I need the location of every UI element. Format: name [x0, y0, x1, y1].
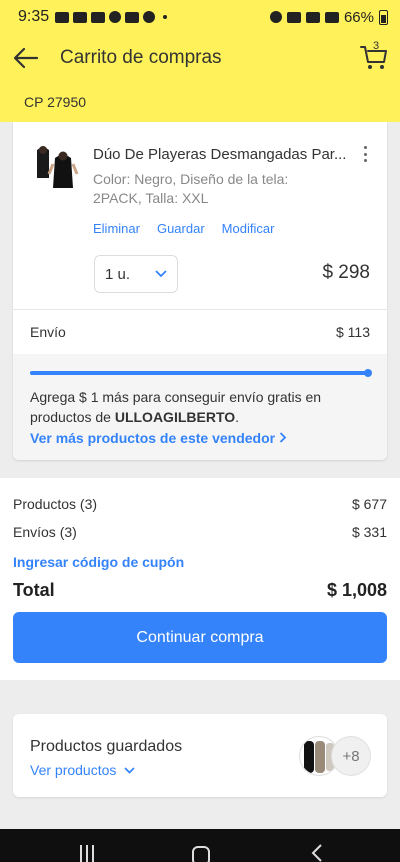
- whatsapp-icon: [109, 11, 122, 23]
- arrow-left-icon: [13, 47, 39, 69]
- summary-products-label: Productos (3): [13, 496, 98, 512]
- cart-count: 3: [373, 40, 380, 52]
- mercadolibre-icon: [125, 11, 140, 23]
- chat-icon: [143, 11, 156, 23]
- free-shipping-message: Agrega $ 1 más para conseguir envío grat…: [30, 387, 360, 427]
- progress-knob: [364, 369, 372, 377]
- variation-line: Color: Negro, Diseño de la tela:: [93, 171, 289, 187]
- product-title[interactable]: Dúo De Playeras Desmangadas Par...: [93, 146, 346, 163]
- item-actions: Eliminar Guardar Modificar: [93, 221, 274, 236]
- battery-percent: 66%: [343, 8, 374, 26]
- seller-name: ULLOAGILBERTO: [114, 409, 236, 425]
- free-shipping-box: Agrega $ 1 más para conseguir envío grat…: [13, 354, 387, 460]
- postal-code[interactable]: CP 27950: [24, 94, 86, 110]
- product-thumbnail[interactable]: [33, 144, 81, 196]
- status-time: 9:35: [18, 8, 50, 25]
- mercadolibre-icon: [73, 11, 88, 23]
- product-variations: Color: Negro, Diseño de la tela: 2PACK, …: [93, 170, 333, 208]
- quantity-value: 1 u.: [105, 265, 131, 283]
- notification-icons: [55, 11, 168, 23]
- more-saved-count: +8: [331, 736, 371, 776]
- app-header: Carrito de compras 3: [0, 34, 400, 82]
- shipping-value: $ 113: [336, 324, 370, 340]
- alarm-icon: [269, 11, 282, 23]
- saved-products-card[interactable]: Productos guardados Ver productos +8: [13, 714, 387, 797]
- continue-purchase-button[interactable]: Continuar compra: [13, 612, 387, 663]
- summary-shipping-value: $ 331: [351, 524, 387, 540]
- view-products-label: Ver productos: [30, 762, 117, 778]
- save-for-later-link[interactable]: Guardar: [157, 221, 205, 236]
- status-bar: 9:35 66%: [0, 0, 400, 34]
- variation-line: 2PACK, Talla: XXL: [93, 190, 209, 206]
- coupon-link[interactable]: Ingresar código de cupón: [13, 554, 184, 570]
- bluetooth-icon: [286, 11, 301, 23]
- wifi-icon: [305, 11, 320, 23]
- total-row: Total $ 1,008: [13, 580, 387, 601]
- seller-products-link[interactable]: Ver más productos de este vendedor: [30, 430, 287, 446]
- chevron-right-icon: [279, 432, 287, 443]
- nav-back-button[interactable]: [310, 844, 324, 862]
- progress-fill: [30, 371, 368, 375]
- total-value: $ 1,008: [326, 580, 387, 600]
- cart-button[interactable]: 3: [360, 40, 390, 72]
- saved-products-title: Productos guardados: [30, 738, 183, 755]
- summary-products-row: Productos (3) $ 677: [13, 496, 387, 512]
- chevron-down-icon: [155, 270, 167, 278]
- remove-link[interactable]: Eliminar: [93, 221, 140, 236]
- back-button[interactable]: [0, 34, 52, 82]
- cloud-icon: [91, 11, 106, 23]
- system-navigation-bar: [0, 829, 400, 862]
- recents-button[interactable]: [80, 845, 96, 862]
- top-bar: 9:35 66% Carrito de compras 3 CP 27950: [0, 0, 400, 122]
- summary-products-value: $ 677: [351, 496, 387, 512]
- free-shipping-suffix: .: [235, 409, 240, 425]
- quantity-selector[interactable]: 1 u.: [94, 255, 178, 293]
- modify-link[interactable]: Modificar: [222, 221, 275, 236]
- divider: [13, 309, 387, 310]
- order-summary: Productos (3) $ 677 Envíos (3) $ 331 Ing…: [0, 478, 400, 680]
- chevron-down-icon: [124, 766, 135, 774]
- home-button[interactable]: [192, 846, 210, 862]
- cart-item-card: Dúo De Playeras Desmangadas Par... Color…: [13, 122, 387, 460]
- summary-shipping-row: Envíos (3) $ 331: [13, 524, 387, 540]
- saved-thumbnails: +8: [299, 736, 371, 776]
- youtube-icon: [55, 11, 70, 23]
- page-title: Carrito de compras: [60, 47, 222, 68]
- item-price: $ 298: [322, 262, 370, 283]
- view-saved-products-link[interactable]: Ver productos: [30, 762, 135, 778]
- more-options-button[interactable]: [355, 144, 375, 164]
- system-icons: 66%: [269, 8, 388, 26]
- more-notifications-icon: [163, 15, 168, 19]
- free-shipping-progress: [30, 369, 372, 377]
- signal-icon: [324, 11, 339, 23]
- shipping-label: Envío: [30, 324, 66, 340]
- total-label: Total: [13, 580, 55, 600]
- seller-products-label: Ver más productos de este vendedor: [30, 430, 276, 446]
- summary-shipping-label: Envíos (3): [13, 524, 77, 540]
- battery-icon: [379, 9, 388, 25]
